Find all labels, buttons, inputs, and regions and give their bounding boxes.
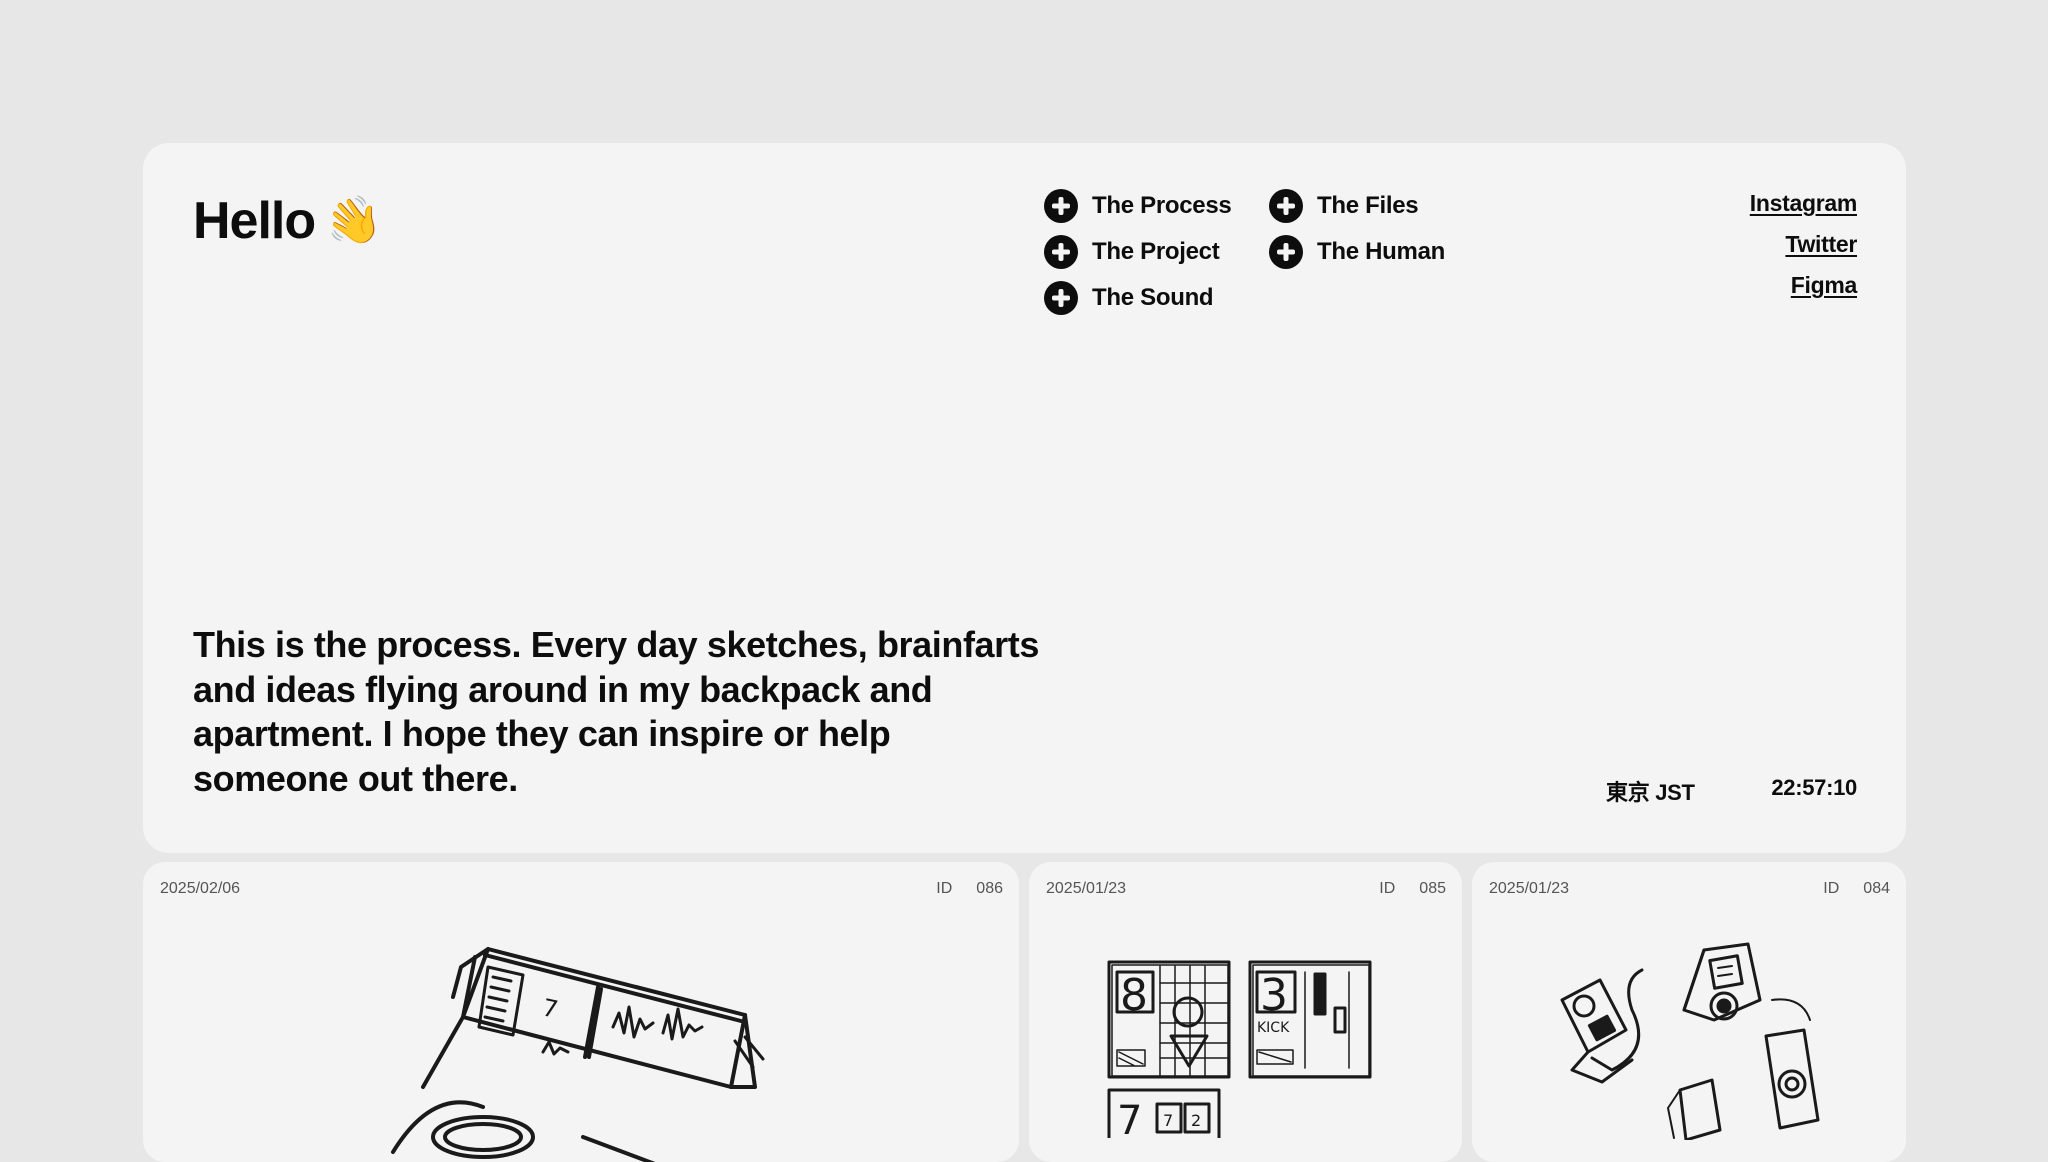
- nav-item-label: The Project: [1092, 238, 1220, 265]
- card-id-label: ID: [1379, 880, 1396, 897]
- sketch-pad-a: 8: [1120, 970, 1148, 1021]
- card-meta: 2025/01/23 ID 085: [1046, 880, 1446, 898]
- instagram-link[interactable]: Instagram: [1750, 189, 1858, 218]
- greeting-heading: Hello 👋: [193, 189, 386, 252]
- sketch-pad-b-caption: KICK: [1257, 1020, 1290, 1036]
- intro-text: This is the process. Every day sketches,…: [193, 624, 1039, 799]
- nav-item-the-sound[interactable]: The Sound: [1044, 281, 1269, 315]
- card-id: ID 086: [936, 880, 1003, 898]
- plus-circle-icon: [1269, 189, 1303, 223]
- current-time: 22:57:10: [1771, 775, 1857, 800]
- nav-item-the-process[interactable]: The Process: [1044, 189, 1269, 223]
- drum-pad-grid-sketch: 8 3 KICK 7 7 2: [1105, 958, 1405, 1138]
- hero-panel: Hello 👋 The Process The Files The Projec…: [143, 143, 1906, 853]
- card-id-value: 086: [976, 880, 1003, 897]
- sketch-card[interactable]: 2025/02/06 ID 086 7: [143, 862, 1019, 1162]
- plus-circle-icon: [1044, 235, 1078, 269]
- sampler-device-sketch: 7: [333, 937, 793, 1162]
- card-date: 2025/01/23: [1489, 880, 1570, 897]
- section-nav: The Process The Files The Project The Hu…: [1044, 189, 1469, 315]
- nav-item-label: The Human: [1317, 238, 1445, 265]
- timezone-label: 東京 JST: [1606, 780, 1695, 805]
- social-links: Instagram Twitter Figma: [1750, 189, 1858, 300]
- nav-item-label: The Files: [1317, 192, 1419, 219]
- local-clock: 東京 JST 22:57:10: [1606, 775, 1857, 807]
- card-id: ID 084: [1823, 880, 1890, 898]
- nav-item-label: The Process: [1092, 192, 1232, 219]
- card-id-value: 084: [1863, 880, 1890, 897]
- card-id-label: ID: [936, 880, 953, 897]
- card-meta: 2025/02/06 ID 086: [160, 880, 1003, 898]
- nav-item-the-project[interactable]: The Project: [1044, 235, 1269, 269]
- nav-item-the-files[interactable]: The Files: [1269, 189, 1469, 223]
- sketch-pad-c-key-1: 7: [1163, 1111, 1173, 1130]
- sketch-pad-c-key-2: 2: [1191, 1111, 1201, 1130]
- sketch-device-marker: 7: [540, 993, 561, 1024]
- plus-circle-icon: [1044, 281, 1078, 315]
- greeting-text: Hello: [193, 192, 316, 250]
- sketch-pad-b: 3: [1260, 970, 1288, 1021]
- card-id-label: ID: [1823, 880, 1840, 897]
- plus-circle-icon: [1044, 189, 1078, 223]
- card-date: 2025/02/06: [160, 880, 241, 897]
- card-id: ID 085: [1379, 880, 1446, 898]
- card-id-value: 085: [1419, 880, 1446, 897]
- sketch-pad-c: 7: [1117, 1098, 1142, 1138]
- card-date: 2025/01/23: [1046, 880, 1127, 897]
- nav-item-label: The Sound: [1092, 284, 1214, 311]
- sketch-card[interactable]: 2025/01/23 ID 085 8 3 KICK 7 7 2: [1029, 862, 1462, 1162]
- nav-item-the-human[interactable]: The Human: [1269, 235, 1469, 269]
- twitter-link[interactable]: Twitter: [1785, 230, 1857, 259]
- waving-hand-icon: 👋: [320, 189, 387, 252]
- plus-circle-icon: [1269, 235, 1303, 269]
- figma-link[interactable]: Figma: [1791, 271, 1858, 300]
- sketch-card[interactable]: 2025/01/23 ID 084: [1472, 862, 1906, 1162]
- card-meta: 2025/01/23 ID 084: [1489, 880, 1890, 898]
- gadgets-sketch: [1552, 940, 1842, 1140]
